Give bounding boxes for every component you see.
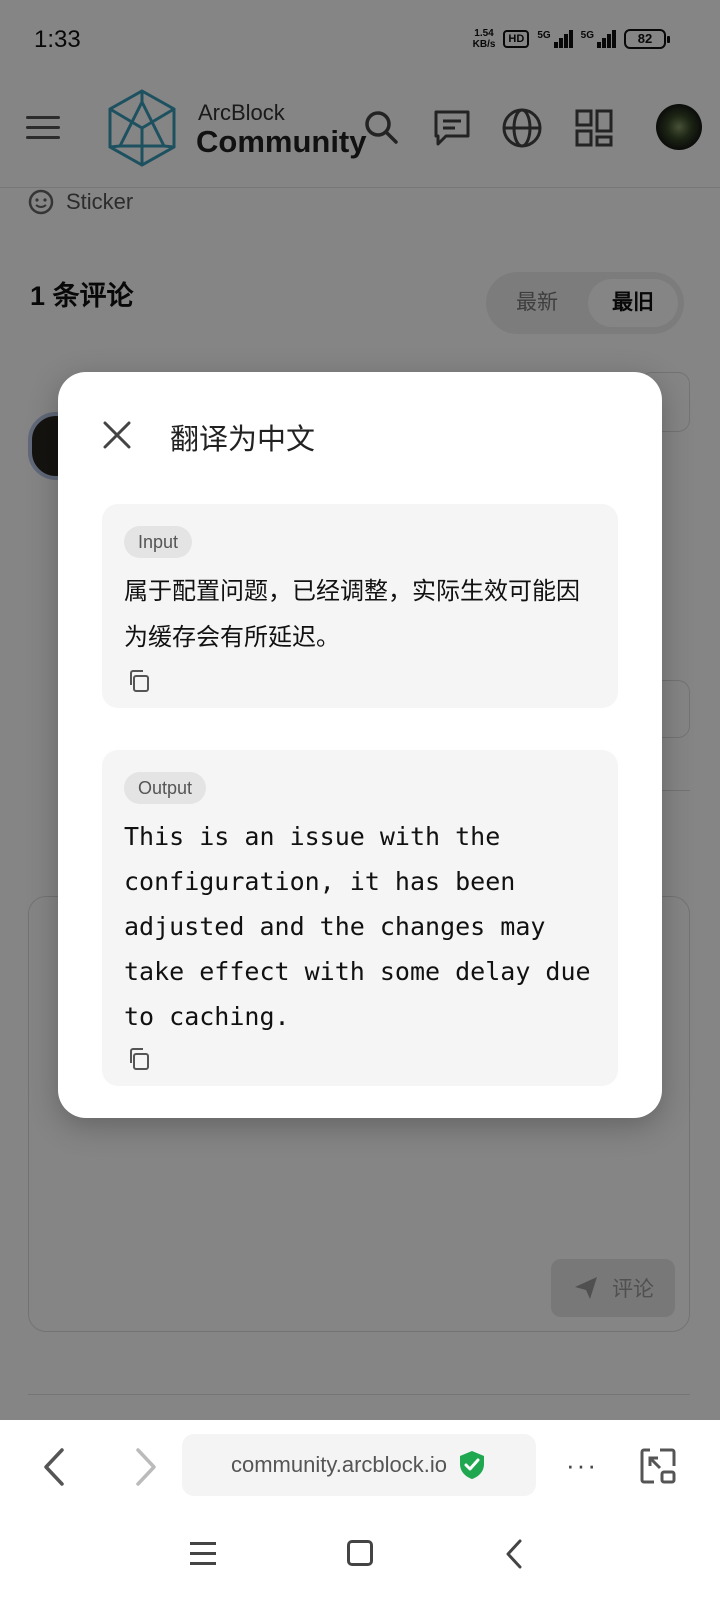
browser-toolbar: community.arcblock.io ···: [0, 1420, 720, 1516]
translation-dialog: 翻译为中文 Input 属于配置问题，已经调整，实际生效可能因为缓存会有所延迟。…: [58, 372, 662, 1118]
copy-icon[interactable]: [126, 1046, 152, 1072]
home-icon[interactable]: [347, 1540, 373, 1566]
output-card: Output This is an issue with the configu…: [102, 750, 618, 1086]
browser-back-icon[interactable]: [40, 1444, 70, 1490]
shield-check-icon: [460, 1451, 484, 1479]
system-nav-bar: [0, 1516, 720, 1600]
dialog-title: 翻译为中文: [170, 422, 316, 456]
recent-apps-icon[interactable]: [190, 1542, 216, 1566]
address-bar[interactable]: community.arcblock.io: [182, 1434, 536, 1496]
close-icon[interactable]: [102, 420, 132, 450]
back-icon[interactable]: [504, 1538, 524, 1570]
browser-forward-icon[interactable]: [130, 1444, 160, 1490]
input-card: Input 属于配置问题，已经调整，实际生效可能因为缓存会有所延迟。: [102, 504, 618, 708]
more-menu-icon[interactable]: ···: [566, 1450, 598, 1481]
output-text: This is an issue with the configuration,…: [124, 822, 606, 1031]
url-text: community.arcblock.io: [231, 1452, 447, 1477]
copy-icon[interactable]: [126, 668, 152, 694]
output-label: Output: [124, 772, 207, 804]
picture-in-picture-icon[interactable]: [638, 1446, 678, 1486]
input-text: 属于配置问题，已经调整，实际生效可能因为缓存会有所延迟。: [124, 577, 580, 651]
input-label: Input: [124, 526, 193, 558]
